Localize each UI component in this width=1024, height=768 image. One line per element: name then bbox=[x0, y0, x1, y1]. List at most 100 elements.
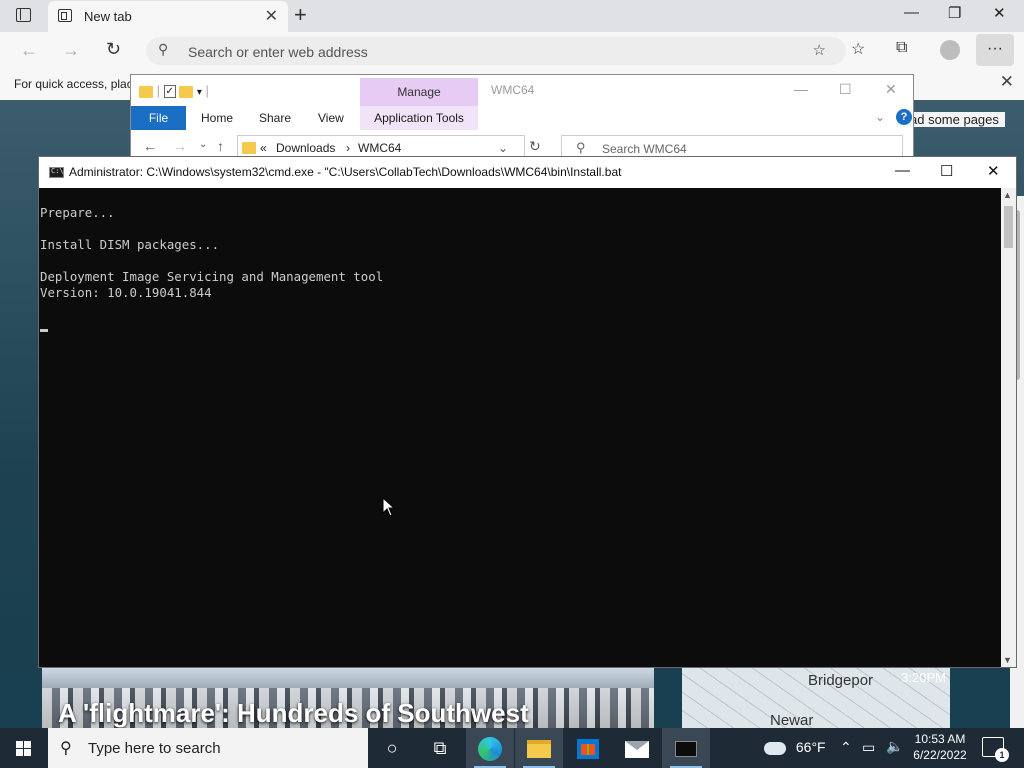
quick-access-toolbar: | ✓ ▾ | bbox=[139, 83, 209, 99]
console-cursor-line bbox=[40, 317, 1001, 333]
scroll-up-arrow-icon[interactable]: ▲ bbox=[1003, 190, 1012, 200]
file-explorer-window: | ✓ ▾ | Manage WMC64 — ☐ ✕ File Home Sha… bbox=[130, 74, 914, 164]
taskbar-cmd-button[interactable] bbox=[662, 728, 710, 768]
settings-more-button[interactable]: ··· bbox=[976, 34, 1014, 66]
weather-temperature: 66°F bbox=[795, 739, 826, 755]
expand-ribbon-icon[interactable]: ⌄ bbox=[875, 110, 885, 124]
notification-center-icon[interactable]: 1 bbox=[982, 737, 1009, 762]
path-dropdown-icon[interactable]: ⌄ bbox=[498, 141, 508, 155]
path-crumb-downloads[interactable]: Downloads bbox=[276, 141, 335, 155]
explorer-search-placeholder: Search WMC64 bbox=[602, 142, 687, 156]
cortana-button[interactable]: ○ bbox=[368, 728, 416, 768]
favorites-icon[interactable]: ☆ bbox=[851, 39, 865, 59]
address-bar[interactable]: ⚲ Search or enter web address ☆ bbox=[146, 37, 846, 65]
explorer-title: WMC64 bbox=[491, 83, 535, 97]
taskbar-search-placeholder: Type here to search bbox=[88, 740, 221, 757]
favorites-bar-message: For quick access, plac bbox=[14, 77, 133, 91]
help-icon[interactable]: ? bbox=[896, 109, 912, 125]
refresh-icon[interactable]: ↻ bbox=[106, 39, 121, 60]
console-line: Install DISM packages... bbox=[40, 237, 220, 252]
console-line: Version: 10.0.19041.844 bbox=[40, 285, 212, 300]
search-icon: ⚲ bbox=[576, 140, 586, 155]
explorer-ribbon: File Home Share View Application Tools ⌄… bbox=[131, 106, 913, 130]
taskbar-edge-button[interactable] bbox=[466, 728, 514, 768]
map-label-bridgeport: Bridgepor bbox=[808, 672, 874, 689]
task-view-button[interactable]: ⧉ bbox=[416, 728, 464, 768]
file-explorer-icon bbox=[527, 740, 551, 759]
forward-arrow-icon[interactable]: → bbox=[62, 40, 80, 61]
back-arrow-icon[interactable]: ← bbox=[20, 40, 38, 61]
cmd-window: Administrator: C:\Windows\system32\cmd.e… bbox=[38, 156, 1017, 668]
console-line: Prepare... bbox=[40, 205, 115, 220]
cmd-scroll-thumb[interactable] bbox=[1004, 206, 1013, 248]
collections-icon[interactable]: ⧉ bbox=[896, 39, 907, 57]
path-overflow[interactable]: « bbox=[260, 141, 267, 155]
search-icon: ⚲ bbox=[60, 740, 72, 757]
browser-close-button[interactable]: ✕ bbox=[993, 4, 1006, 22]
explorer-minimize-button[interactable]: — bbox=[794, 81, 808, 97]
page-note-text: ad some pages bbox=[904, 112, 1005, 127]
path-crumb-wmc64[interactable]: WMC64 bbox=[358, 141, 401, 155]
system-clock[interactable]: 10:53 AM 6/22/2022 bbox=[908, 731, 972, 763]
scroll-down-arrow-icon[interactable]: ▼ bbox=[1003, 655, 1012, 665]
profile-avatar[interactable] bbox=[940, 40, 960, 60]
new-tab-button[interactable]: + bbox=[294, 2, 307, 28]
weather-map-card[interactable]: Bridgepor Newar 3:20PM bbox=[682, 668, 950, 728]
properties-icon[interactable]: ✓ bbox=[163, 85, 176, 99]
browser-tab-bar: New tab ✕ + — ❐ ✕ bbox=[0, 0, 1024, 32]
cmd-close-button[interactable]: ✕ bbox=[987, 162, 1000, 180]
path-separator: › bbox=[346, 141, 350, 155]
volume-muted-icon[interactable]: 🔈 bbox=[886, 738, 903, 768]
taskbar-search-box[interactable]: ⚲ Type here to search bbox=[48, 728, 368, 768]
text-cursor bbox=[40, 329, 48, 332]
console-output[interactable]: Prepare... Install DISM packages... Depl… bbox=[39, 188, 1001, 667]
taskbar-store-button[interactable] bbox=[564, 728, 612, 768]
taskbar-explorer-button[interactable] bbox=[515, 728, 563, 768]
recent-locations-icon[interactable]: ⌄ bbox=[199, 139, 207, 150]
new-tab-icon bbox=[58, 9, 72, 22]
start-button[interactable] bbox=[0, 728, 48, 768]
news-card-southwest[interactable]: A 'flightmare': Hundreds of Southwest bbox=[42, 668, 654, 728]
tab-actions-icon[interactable] bbox=[16, 8, 31, 22]
browser-restore-button[interactable]: ❐ bbox=[948, 4, 961, 22]
show-hidden-icons-chevron-icon[interactable]: ⌃ bbox=[840, 739, 852, 768]
ribbon-tab-share[interactable]: Share bbox=[259, 111, 291, 125]
tab-title: New tab bbox=[84, 9, 132, 24]
news-headline: A 'flightmare': Hundreds of Southwest bbox=[58, 698, 529, 728]
ribbon-tab-file[interactable]: File bbox=[131, 106, 186, 130]
cmd-maximize-button[interactable]: ☐ bbox=[940, 162, 953, 180]
folder-icon bbox=[139, 85, 153, 98]
ribbon-tab-application-tools[interactable]: Application Tools bbox=[360, 106, 478, 130]
taskbar-mail-button[interactable] bbox=[613, 728, 661, 768]
clock-date: 6/22/2022 bbox=[913, 748, 967, 762]
search-icon: ⚲ bbox=[158, 41, 169, 57]
notification-count: 1 bbox=[995, 748, 1009, 762]
windows-logo-icon bbox=[16, 741, 32, 756]
customize-dropdown-icon[interactable]: ▾ bbox=[197, 87, 202, 98]
browser-tab-new-tab[interactable]: New tab ✕ bbox=[48, 1, 288, 32]
explorer-refresh-icon[interactable]: ↻ bbox=[529, 138, 541, 155]
favorites-bar-close-icon[interactable]: ✕ bbox=[1000, 72, 1014, 92]
explorer-close-button[interactable]: ✕ bbox=[885, 81, 897, 98]
explorer-back-icon[interactable]: ← bbox=[143, 138, 157, 154]
cmd-title: Administrator: C:\Windows\system32\cmd.e… bbox=[69, 165, 622, 179]
up-folder-icon[interactable]: ↑ bbox=[217, 138, 224, 154]
ribbon-tab-view[interactable]: View bbox=[318, 111, 344, 125]
cmd-title-bar[interactable]: Administrator: C:\Windows\system32\cmd.e… bbox=[39, 157, 1016, 188]
new-folder-icon[interactable] bbox=[179, 85, 194, 98]
add-favorite-icon[interactable]: ☆ bbox=[813, 41, 826, 59]
edge-icon bbox=[478, 737, 502, 762]
manage-contextual-tab[interactable]: Manage bbox=[360, 78, 478, 106]
browser-toolbar: ← → ↻ ⚲ Search or enter web address ☆ ☆ … bbox=[0, 32, 1024, 70]
network-icon[interactable]: ▭ bbox=[862, 739, 875, 768]
explorer-forward-icon[interactable]: → bbox=[173, 138, 187, 154]
browser-minimize-button[interactable]: — bbox=[904, 4, 919, 21]
clock-time: 10:53 AM bbox=[914, 732, 966, 746]
explorer-maximize-button[interactable]: ☐ bbox=[839, 81, 852, 98]
weather-widget[interactable]: 66°F bbox=[764, 739, 826, 768]
ribbon-tab-home[interactable]: Home bbox=[201, 111, 233, 125]
cmd-scrollbar[interactable]: ▲ ▼ bbox=[1001, 188, 1016, 667]
cmd-minimize-button[interactable]: — bbox=[895, 162, 910, 179]
close-tab-icon[interactable]: ✕ bbox=[265, 6, 278, 26]
